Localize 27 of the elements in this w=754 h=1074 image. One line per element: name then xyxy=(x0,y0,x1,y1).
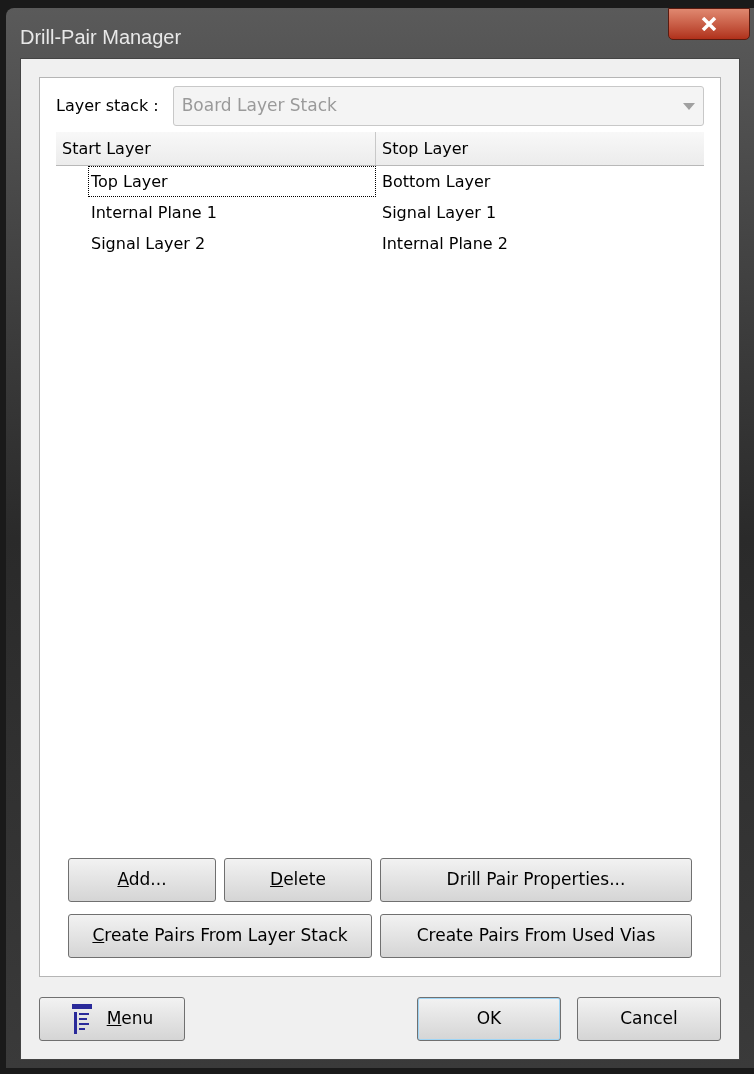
menu-list-icon xyxy=(70,1003,93,1035)
delete-button[interactable]: Delete xyxy=(224,858,372,902)
table-row[interactable]: Signal Layer 2 Internal Plane 2 xyxy=(56,228,704,259)
dialog-button[interactable]: Cancel xyxy=(577,997,721,1041)
add-button[interactable]: Add... xyxy=(68,858,216,902)
create-from-vias-button[interactable]: Create Pairs From Used Vias xyxy=(380,914,692,958)
menu-button[interactable]: Menu xyxy=(39,997,185,1041)
table-cell: Top Layer xyxy=(88,166,376,197)
close-button[interactable] xyxy=(668,8,750,40)
table-cell-text: Signal Layer 2 xyxy=(90,232,207,255)
close-icon xyxy=(701,17,717,31)
column-header[interactable]: Stop Layer xyxy=(376,132,704,165)
dropdown-value: Board Layer Stack xyxy=(181,94,337,118)
create-from-stack-button[interactable]: Create Pairs From Layer Stack xyxy=(68,914,372,958)
column-header[interactable]: Start Layer xyxy=(56,132,376,165)
table-row[interactable]: Internal Plane 1 Signal Layer 1 xyxy=(56,197,704,228)
window-title: Drill-Pair Manager xyxy=(20,25,182,50)
dialog-button[interactable]: OK xyxy=(417,997,561,1041)
menu-label: Menu xyxy=(106,1007,154,1031)
layer-stack-label: Layer stack : xyxy=(56,95,159,117)
table-row[interactable]: Top Layer Bottom Layer xyxy=(56,166,704,197)
table-cell-text: Internal Plane 2 xyxy=(381,232,509,255)
table-cell-text: Bottom Layer xyxy=(381,170,492,193)
table-cell-text: Internal Plane 1 xyxy=(90,201,218,224)
dropdown-caret-icon xyxy=(683,102,695,110)
table-cell-text: Signal Layer 1 xyxy=(381,201,498,224)
properties-button[interactable]: Drill Pair Properties... xyxy=(380,858,692,902)
